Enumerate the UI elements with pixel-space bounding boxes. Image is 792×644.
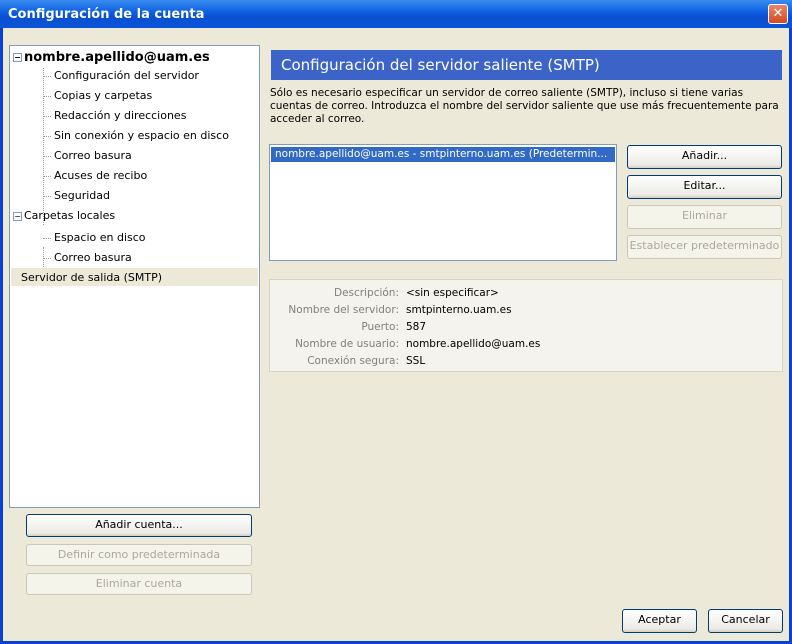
title-bar[interactable]: Configuración de la cuenta ✕ (0, 0, 792, 28)
smtp-server-row[interactable]: nombre.apellido@uam.es - smtpinterno.uam… (271, 147, 615, 162)
account-tree[interactable]: − nombre.apellido@uam.es Configuración de… (9, 45, 260, 508)
tree-item-server-settings[interactable]: Configuración del servidor (43, 69, 199, 82)
cancel-button[interactable]: Cancelar (708, 609, 783, 633)
add-smtp-button[interactable]: Añadir... (627, 145, 782, 169)
tree-item-copies-folders[interactable]: Copias y carpetas (43, 89, 152, 102)
collapse-icon[interactable]: − (13, 53, 22, 62)
window-title: Configuración de la cuenta (8, 7, 205, 22)
account-settings-window: Configuración de la cuenta ✕ − nombre.ape… (0, 0, 792, 644)
tree-item-receipts[interactable]: Acuses de recibo (43, 169, 147, 182)
set-default-account-button[interactable]: Definir como predeterminada (26, 544, 252, 566)
tree-item-local-junk[interactable]: Correo basura (43, 251, 132, 264)
tree-item-offline-disk[interactable]: Sin conexión y espacio en disco (43, 129, 229, 142)
tree-item-smtp[interactable]: Servidor de salida (SMTP) (11, 268, 258, 286)
account-name: nombre.apellido@uam.es (24, 50, 210, 65)
tree-item-junk[interactable]: Correo basura (43, 149, 132, 162)
close-icon[interactable]: ✕ (768, 4, 788, 24)
smtp-description: Sólo es necesario especificar un servido… (270, 87, 779, 125)
collapse-icon[interactable]: − (13, 211, 22, 221)
tree-local-folders[interactable]: − Carpetas locales (13, 209, 115, 222)
tree-item-disk-space[interactable]: Espacio en disco (43, 231, 146, 244)
edit-smtp-button[interactable]: Editar... (627, 175, 782, 199)
smtp-header: Configuración del servidor saliente (SMT… (271, 50, 782, 80)
tree-account-root[interactable]: − nombre.apellido@uam.es (13, 50, 210, 65)
add-account-button[interactable]: Añadir cuenta... (26, 514, 252, 537)
ok-button[interactable]: Aceptar (622, 609, 697, 633)
tree-item-security[interactable]: Seguridad (43, 189, 110, 202)
tree-item-composition[interactable]: Redacción y direcciones (43, 109, 186, 122)
smtp-details-panel: Descripción: <sin especificar> Nombre de… (269, 279, 783, 372)
set-default-smtp-button[interactable]: Establecer predeterminado (627, 235, 782, 259)
delete-account-button[interactable]: Eliminar cuenta (26, 573, 252, 595)
smtp-server-list[interactable]: nombre.apellido@uam.es - smtpinterno.uam… (269, 144, 617, 261)
delete-smtp-button[interactable]: Eliminar (627, 205, 782, 229)
